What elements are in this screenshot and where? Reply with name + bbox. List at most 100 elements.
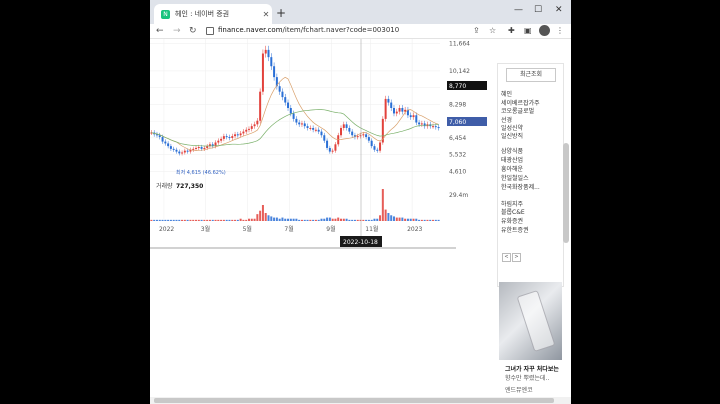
candle-body	[376, 149, 379, 151]
recent-item[interactable]: 유화증권	[501, 216, 523, 225]
volume-bar	[178, 219, 181, 221]
volume-bar	[392, 216, 395, 221]
new-tab-button[interactable]: +	[276, 6, 286, 20]
candle-body	[298, 122, 301, 125]
minimize-icon[interactable]: —	[514, 5, 523, 15]
volume-bar	[284, 218, 287, 221]
current-price-text: 8,770	[449, 83, 466, 90]
volume-bar	[153, 219, 156, 221]
recent-item[interactable]: 태광산업	[501, 155, 523, 164]
candle-body	[203, 147, 206, 149]
volume-value: 727,350	[176, 183, 203, 190]
volume-bar	[186, 219, 189, 221]
candle-body	[167, 143, 170, 147]
bookmark-star-icon[interactable]: ☆	[489, 25, 496, 37]
candle-body	[387, 98, 390, 103]
volume-bar	[337, 217, 340, 221]
recent-item[interactable]: 혜인	[501, 89, 512, 98]
volume-bar	[432, 219, 435, 221]
ad-subtitle[interactable]: 향수만 뿌렸는데..	[505, 373, 549, 382]
reload-icon[interactable]: ↻	[189, 25, 197, 37]
recent-item[interactable]: 한일철일스	[501, 173, 529, 182]
candle-body	[320, 131, 323, 136]
candle-body	[409, 115, 412, 118]
recent-item[interactable]: 유한트증권	[501, 225, 529, 234]
volume-bar	[167, 219, 170, 221]
candle-body	[395, 111, 398, 114]
volume-bar	[365, 219, 368, 221]
volume-bar	[348, 219, 351, 221]
volume-bar	[370, 219, 373, 221]
close-window-icon[interactable]: ✕	[555, 5, 563, 15]
tab-recent-view[interactable]: 최근조회	[506, 68, 556, 82]
volume-bar	[287, 218, 290, 221]
candle-body	[328, 147, 331, 152]
volume-bar	[206, 219, 209, 221]
back-icon[interactable]: ←	[156, 25, 164, 37]
recent-item[interactable]: 흥아해운	[501, 164, 523, 173]
volume-bar	[261, 205, 264, 221]
address-bar[interactable]: finance.naver.com/item/fchart.naver?code…	[218, 26, 399, 34]
volume-label: 거래량	[156, 182, 173, 190]
volume-bar	[228, 219, 231, 221]
volume-bar	[356, 219, 359, 221]
ma-line-long	[151, 109, 439, 147]
ad-source[interactable]: 엔드뮤엔코	[505, 385, 533, 394]
recent-item[interactable]: 한국화장품제...	[501, 182, 540, 191]
prev-page-button[interactable]: <	[502, 253, 511, 262]
y-tick-label: 10,142	[449, 68, 470, 75]
profile-avatar[interactable]	[539, 25, 550, 36]
volume-bar	[231, 219, 234, 221]
forward-icon[interactable]: →	[173, 25, 181, 37]
scrollbar-thumb[interactable]	[154, 398, 554, 403]
candle-body	[434, 126, 437, 128]
sidepanel-icon[interactable]: ▣	[524, 25, 532, 37]
y-tick-label: 5,532	[449, 152, 466, 159]
recent-item[interactable]: 코오롱글로벌	[501, 106, 534, 115]
share-icon[interactable]: ⇪	[473, 25, 480, 37]
volume-bar	[342, 218, 345, 221]
candle-body	[245, 129, 248, 132]
candle-body	[270, 57, 273, 67]
horizontal-scrollbar[interactable]	[150, 397, 571, 404]
candle-body	[259, 91, 262, 121]
volume-bar	[264, 213, 267, 221]
recent-item[interactable]: 삼양식품	[501, 146, 523, 155]
volume-bar	[275, 217, 278, 221]
candle-body	[264, 49, 267, 54]
stock-chart[interactable]: 11,66410,1429,2208,2987,3766,4545,5324,6…	[150, 39, 495, 261]
volume-bar	[214, 219, 217, 221]
candle-body	[250, 126, 253, 129]
volume-bar	[418, 219, 421, 221]
menu-icon[interactable]: ⋮	[556, 25, 564, 37]
candle-body	[261, 53, 264, 92]
next-page-button[interactable]: >	[512, 253, 521, 262]
vertical-scrollbar[interactable]	[563, 143, 569, 243]
volume-bar	[429, 219, 432, 221]
volume-bar	[259, 210, 262, 221]
candle-body	[312, 127, 315, 130]
recent-item[interactable]: 일신방직	[501, 131, 523, 140]
volume-axis-label: 29.4m	[449, 192, 468, 199]
y-tick-label: 4,610	[449, 168, 466, 175]
extensions-icon[interactable]: ✚	[508, 25, 515, 37]
tab-bar: N 헤인 : 네이버 증권 ✕ + — ☐ ✕	[150, 0, 571, 24]
close-tab-icon[interactable]: ✕	[260, 10, 272, 19]
ad-title[interactable]: 그녀가 자꾸 처다보는	[505, 364, 559, 373]
volume-bar	[317, 219, 320, 221]
volume-bar	[197, 219, 200, 221]
browser-tab[interactable]: N 헤인 : 네이버 증권 ✕	[154, 4, 272, 24]
volume-bar	[404, 218, 407, 221]
maximize-icon[interactable]: ☐	[534, 5, 542, 15]
volume-bar	[300, 219, 303, 221]
ad-image[interactable]	[499, 282, 562, 360]
candle-body	[314, 129, 317, 131]
volume-bar	[309, 219, 312, 221]
recent-item[interactable]: 블롭C&E	[501, 207, 525, 216]
ma-price-text: 7,060	[449, 119, 466, 126]
perfume-bottle-image	[516, 290, 556, 352]
volume-bar	[183, 219, 186, 221]
candle-body	[390, 102, 393, 108]
volume-bar	[434, 219, 437, 221]
candle-body	[342, 124, 345, 128]
